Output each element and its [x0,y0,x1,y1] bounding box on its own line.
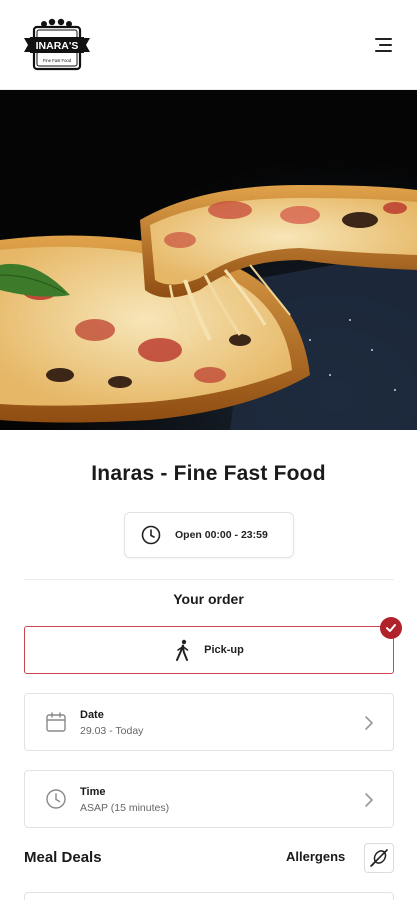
clock-icon [141,525,161,545]
chevron-right-icon [365,716,373,730]
app-header: INARA'S Fine Fast Food [0,0,417,90]
pickup-label: Pick-up [204,644,244,656]
opening-hours-badge[interactable]: Open 00:00 - 23:59 [124,512,294,558]
date-selector[interactable]: Date 29.03 - Today [24,693,394,751]
calendar-icon [46,712,66,732]
your-order-heading: Your order [173,591,244,607]
time-label: Time [80,786,106,798]
clock-icon [46,789,66,809]
allergens-link[interactable]: Allergens [286,849,345,864]
restaurant-logo[interactable]: INARA'S Fine Fast Food [22,18,92,72]
date-label: Date [80,709,104,721]
meal-deal-card[interactable] [24,892,394,900]
checkmark-icon [380,617,402,639]
opening-hours-text: Open 00:00 - 23:59 [175,529,268,541]
walking-person-icon [176,639,189,661]
allergen-filter-icon[interactable] [364,843,394,873]
hero-image [0,90,417,430]
time-selector[interactable]: Time ASAP (15 minutes) [24,770,394,828]
divider [24,579,394,580]
chevron-right-icon [365,793,373,807]
hamburger-menu-icon[interactable] [364,32,392,58]
restaurant-name: Inaras - Fine Fast Food [91,462,326,485]
svg-text:Fine Fast Food: Fine Fast Food [43,58,72,63]
pizza-slice-photo [0,90,417,430]
meal-deals-heading: Meal Deals [24,849,102,866]
time-value: ASAP (15 minutes) [80,802,170,814]
pickup-option-button[interactable]: Pick-up [24,626,394,674]
date-value: 29.03 - Today [80,725,144,737]
svg-text:INARA'S: INARA'S [36,40,79,52]
